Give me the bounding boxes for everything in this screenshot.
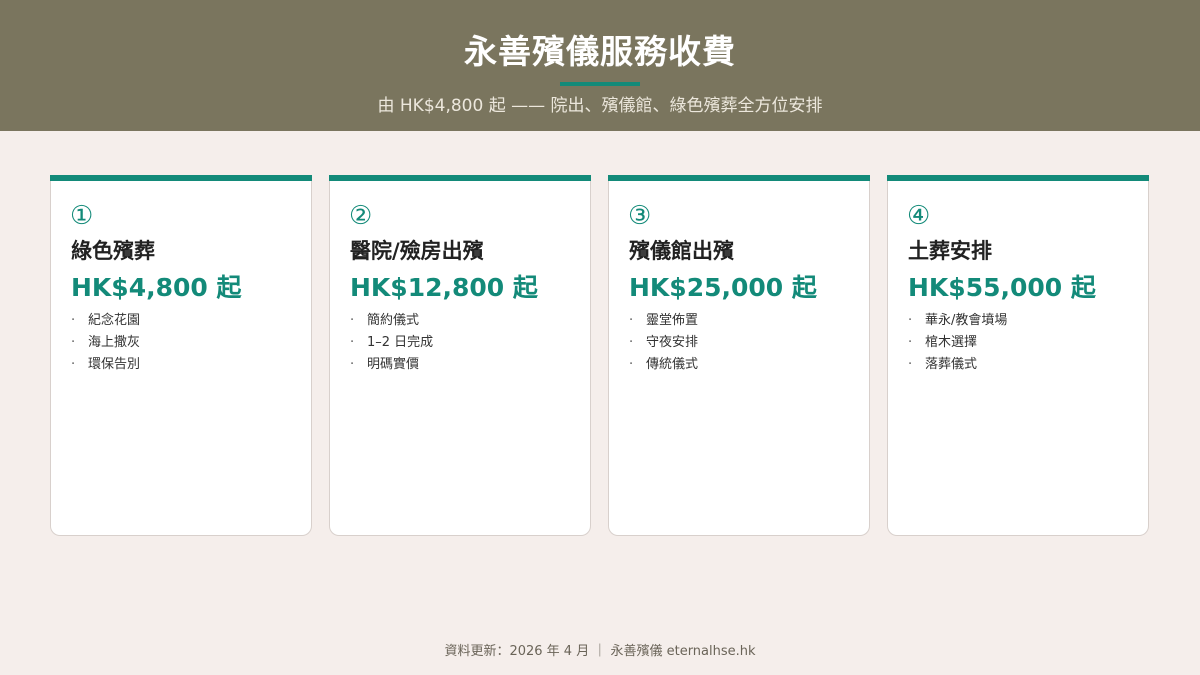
- list-item-label: 落葬儀式: [925, 357, 978, 372]
- bullet-icon: ·: [350, 313, 355, 328]
- card-title: 殯儀館出殯: [629, 239, 734, 263]
- card-title: 綠色殯葬: [71, 239, 155, 263]
- list-item-label: 環保告別: [88, 357, 141, 372]
- list-item-label: 傳統儀式: [646, 357, 699, 372]
- price-card-green-burial: ① 綠色殯葬 HK$4,800 起 · 紀念花園 · 海上撒灰 · 環保告別: [50, 175, 312, 536]
- bullet-icon: ·: [350, 357, 355, 372]
- list-item-label: 守夜安排: [646, 335, 699, 350]
- bullet-icon: ·: [350, 335, 355, 350]
- list-item: · 環保告別: [71, 354, 140, 376]
- list-item: · 守夜安排: [629, 332, 698, 354]
- list-item-label: 海上撒灰: [88, 335, 141, 350]
- card-price: HK$55,000 起: [908, 273, 1096, 302]
- price-card-funeral-home: ③ 殯儀館出殯 HK$25,000 起 · 靈堂佈置 · 守夜安排 · 傳統儀式: [608, 175, 870, 536]
- list-item-label: 簡約儀式: [367, 313, 420, 328]
- list-item-label: 1–2 日完成: [367, 335, 434, 350]
- card-price: HK$12,800 起: [350, 273, 538, 302]
- bullet-icon: ·: [629, 357, 634, 372]
- bullet-icon: ·: [908, 313, 913, 328]
- card-accent-bar: [50, 175, 312, 181]
- bullet-icon: ·: [629, 335, 634, 350]
- card-number: ③: [628, 201, 652, 231]
- page-subtitle: 由 HK$4,800 起 —— 院出、殯儀館、綠色殯葬全方位安排: [377, 96, 823, 116]
- bullet-icon: ·: [629, 313, 634, 328]
- card-feature-list: · 華永/教會墳場 · 棺木選擇 · 落葬儀式: [908, 310, 1007, 376]
- card-accent-bar: [608, 175, 870, 181]
- bullet-icon: ·: [71, 335, 76, 350]
- list-item: · 傳統儀式: [629, 354, 698, 376]
- list-item-label: 明碼實價: [367, 357, 420, 372]
- bullet-icon: ·: [908, 335, 913, 350]
- list-item: · 棺木選擇: [908, 332, 1007, 354]
- card-number: ②: [349, 201, 373, 231]
- card-price: HK$25,000 起: [629, 273, 817, 302]
- list-item: · 1–2 日完成: [350, 332, 433, 354]
- page-title: 永善殯儀服務收費: [464, 32, 736, 71]
- card-feature-list: · 紀念花園 · 海上撒灰 · 環保告別: [71, 310, 140, 376]
- card-feature-list: · 靈堂佈置 · 守夜安排 · 傳統儀式: [629, 310, 698, 376]
- bullet-icon: ·: [71, 357, 76, 372]
- list-item: · 簡約儀式: [350, 310, 433, 332]
- price-card-burial: ④ 土葬安排 HK$55,000 起 · 華永/教會墳場 · 棺木選擇 · 落葬儀式: [887, 175, 1149, 536]
- card-number: ①: [70, 201, 94, 231]
- list-item: · 紀念花園: [71, 310, 140, 332]
- list-item: · 落葬儀式: [908, 354, 1007, 376]
- list-item: · 海上撒灰: [71, 332, 140, 354]
- list-item: · 華永/教會墳場: [908, 310, 1007, 332]
- list-item-label: 棺木選擇: [925, 335, 978, 350]
- bullet-icon: ·: [71, 313, 76, 328]
- title-underline: [560, 82, 640, 86]
- price-card-hospital-funeral: ② 醫院/殮房出殯 HK$12,800 起 · 簡約儀式 · 1–2 日完成 · 明碼…: [329, 175, 591, 536]
- list-item: · 明碼實價: [350, 354, 433, 376]
- list-item: · 靈堂佈置: [629, 310, 698, 332]
- bullet-icon: ·: [908, 357, 913, 372]
- card-price: HK$4,800 起: [71, 273, 242, 302]
- card-title: 醫院/殮房出殯: [350, 239, 484, 263]
- price-cards: ① 綠色殯葬 HK$4,800 起 · 紀念花園 · 海上撒灰 · 環保告別 ② 醫院…: [50, 175, 1150, 536]
- page-header: 永善殯儀服務收費 由 HK$4,800 起 —— 院出、殯儀館、綠色殯葬全方位安…: [0, 0, 1200, 131]
- card-accent-bar: [887, 175, 1149, 181]
- card-feature-list: · 簡約儀式 · 1–2 日完成 · 明碼實價: [350, 310, 433, 376]
- card-number: ④: [907, 201, 931, 231]
- card-title: 土葬安排: [908, 239, 992, 263]
- list-item-label: 華永/教會墳場: [925, 313, 1008, 328]
- page-footer: 資料更新：2026 年 4 月 ｜ 永善殯儀 eternalhse.hk: [444, 644, 756, 659]
- list-item-label: 紀念花園: [88, 313, 141, 328]
- card-accent-bar: [329, 175, 591, 181]
- list-item-label: 靈堂佈置: [646, 313, 699, 328]
